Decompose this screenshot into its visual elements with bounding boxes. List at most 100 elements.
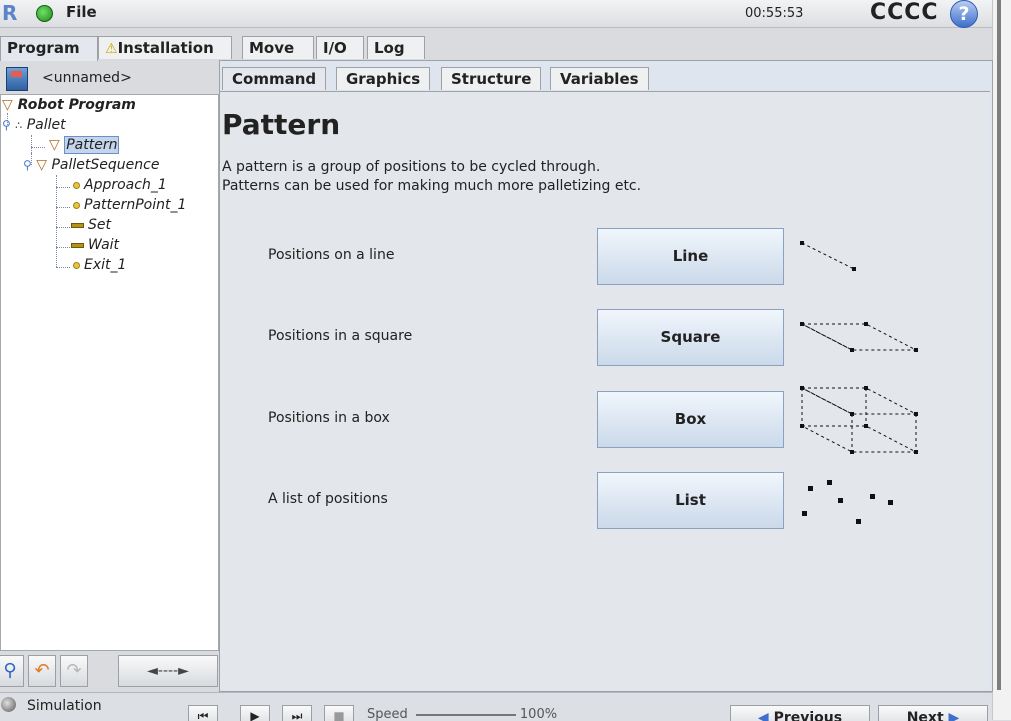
tree-node-exit[interactable]: Exit_1 <box>73 257 126 273</box>
arrow-left-icon: ◀ <box>757 710 769 721</box>
simulation-toggle-icon[interactable] <box>1 697 16 712</box>
page-title: Pattern <box>222 108 341 141</box>
tree-toolstrip: ⚲ ↶ ↷ ◄----► <box>0 652 218 688</box>
line-button[interactable]: Line <box>597 228 784 285</box>
arrow-right-icon: ▶ <box>948 710 960 721</box>
step-icon[interactable]: ⏭ <box>282 705 312 721</box>
square-pattern-icon <box>800 322 918 352</box>
rewind-icon[interactable]: ⏮ <box>188 705 218 721</box>
square-option-label: Positions in a square <box>268 328 413 344</box>
tree-node-label: Pattern <box>64 136 120 154</box>
tree-node-wait[interactable]: Wait <box>71 237 119 253</box>
robot-status-icon[interactable] <box>36 5 53 22</box>
previous-label: Previous <box>773 710 843 721</box>
tab-structure[interactable]: Structure <box>441 67 542 90</box>
tree-node-label: Pallet <box>26 117 66 133</box>
box-button[interactable]: Box <box>597 391 784 448</box>
speed-label: Speed <box>367 707 408 721</box>
tab-command[interactable]: Command <box>222 67 327 90</box>
search-icon[interactable]: ⚲ <box>0 655 24 687</box>
tab-program[interactable]: Program <box>0 36 98 61</box>
box-option-label: Positions in a box <box>268 410 390 426</box>
program-tree[interactable]: ▽ Robot Program ⚲ ∴ Pallet ▽ Pattern ⚲ ▽… <box>0 94 219 651</box>
scrollbar-thumb[interactable] <box>997 0 1001 690</box>
tab-move[interactable]: Move <box>242 36 314 59</box>
pin-icon: ⚲ <box>2 118 11 132</box>
play-icon[interactable]: ▶ <box>240 705 270 721</box>
tab-io-label: I/O <box>323 39 347 57</box>
tree-node-set[interactable]: Set <box>71 217 111 233</box>
tree-node-label: Exit_1 <box>84 257 127 273</box>
tab-variables[interactable]: Variables <box>550 67 649 90</box>
next-label: Next <box>906 710 944 721</box>
tab-log[interactable]: Log <box>367 36 425 59</box>
tree-node-label: Approach_1 <box>84 177 167 193</box>
tree-node-label: Wait <box>88 237 120 253</box>
description: A pattern is a group of positions to be … <box>222 158 641 196</box>
tree-node-robot-program[interactable]: ▽ Robot Program <box>2 97 136 113</box>
set-icon <box>71 222 84 228</box>
stop-icon[interactable]: ■ <box>324 705 354 721</box>
command-content: Pattern A pattern is a group of position… <box>220 91 990 690</box>
previous-button[interactable]: ◀ Previous <box>730 705 870 721</box>
speed-control[interactable]: Speed 100% <box>367 707 557 721</box>
box-pattern-icon <box>800 386 918 454</box>
program-tree-panel: <unnamed> ▽ Robot Program ⚲ ∴ Pallet ▽ P… <box>0 60 219 690</box>
tab-program-label: Program <box>7 39 80 57</box>
wait-icon <box>71 242 84 248</box>
tab-graphics[interactable]: Graphics <box>336 67 431 90</box>
waypoint-icon <box>73 201 80 209</box>
tree-node-pallet[interactable]: ⚲ ∴ Pallet <box>2 117 66 133</box>
robot-name: CCCC <box>870 0 939 25</box>
tab-graphics-label: Graphics <box>346 70 421 88</box>
tab-installation[interactable]: ⚠Installation <box>98 36 232 59</box>
help-icon[interactable]: ? <box>950 0 978 28</box>
top-bar: R File 00:55:53 CCCC ? <box>0 0 992 28</box>
tab-io[interactable]: I/O <box>316 36 364 59</box>
list-button[interactable]: List <box>597 472 784 529</box>
speed-slider[interactable] <box>415 713 516 716</box>
save-icon[interactable] <box>6 67 28 91</box>
simulation-label: Simulation <box>27 698 102 714</box>
tree-node-pattern[interactable]: ▽ Pattern <box>49 136 120 154</box>
speed-value: 100% <box>519 707 558 721</box>
waypoint-icon <box>73 181 80 189</box>
tree-node-pattern-point[interactable]: PatternPoint_1 <box>73 197 186 213</box>
tab-move-label: Move <box>249 39 295 57</box>
undo-icon[interactable]: ↶ <box>28 655 56 687</box>
next-button[interactable]: Next ▶ <box>878 705 988 721</box>
ur-logo-icon: R <box>2 1 18 25</box>
command-panel: Command Graphics Structure Variables Pat… <box>219 60 993 692</box>
waypoint-icon <box>73 261 80 269</box>
collapse-triangle-icon: ▽ <box>2 97 13 113</box>
tab-structure-label: Structure <box>451 70 532 88</box>
tree-node-label: PalletSequence <box>51 157 160 173</box>
list-pattern-icon <box>802 480 893 524</box>
collapse-triangle-icon: ▽ <box>36 157 48 173</box>
tree-node-label: Set <box>88 217 111 233</box>
window-scrollbar[interactable] <box>992 0 1011 720</box>
pin-icon: ⚲ <box>23 158 32 172</box>
file-menu[interactable]: File <box>66 3 97 21</box>
tree-node-approach[interactable]: Approach_1 <box>73 177 167 193</box>
program-filename: <unnamed> <box>42 70 132 86</box>
description-line-1: A pattern is a group of positions to be … <box>222 159 601 175</box>
program-file-bar: <unnamed> <box>0 65 218 93</box>
tree-node-label: Robot Program <box>17 97 136 113</box>
list-option-label: A list of positions <box>268 491 388 507</box>
clock: 00:55:53 <box>745 6 804 21</box>
collapse-triangle-icon: ▽ <box>49 137 60 153</box>
tab-variables-label: Variables <box>560 70 639 88</box>
line-option-label: Positions on a line <box>268 247 395 263</box>
tree-node-pallet-sequence[interactable]: ⚲ ▽ PalletSequence <box>23 157 159 173</box>
bottom-bar: Simulation ⏮ ▶ ⏭ ■ Speed 100% ◀ Previous… <box>0 692 992 721</box>
square-button[interactable]: Square <box>597 309 784 366</box>
move-arrows-button[interactable]: ◄----► <box>118 655 218 687</box>
redo-icon[interactable]: ↷ <box>60 655 88 687</box>
tree-node-label: PatternPoint_1 <box>84 197 187 213</box>
line-pattern-icon <box>800 241 856 271</box>
tab-command-label: Command <box>232 70 317 88</box>
description-line-2: Patterns can be used for making much mor… <box>222 178 642 194</box>
tab-installation-label: Installation <box>117 39 214 57</box>
warning-icon: ⚠ <box>105 41 118 57</box>
